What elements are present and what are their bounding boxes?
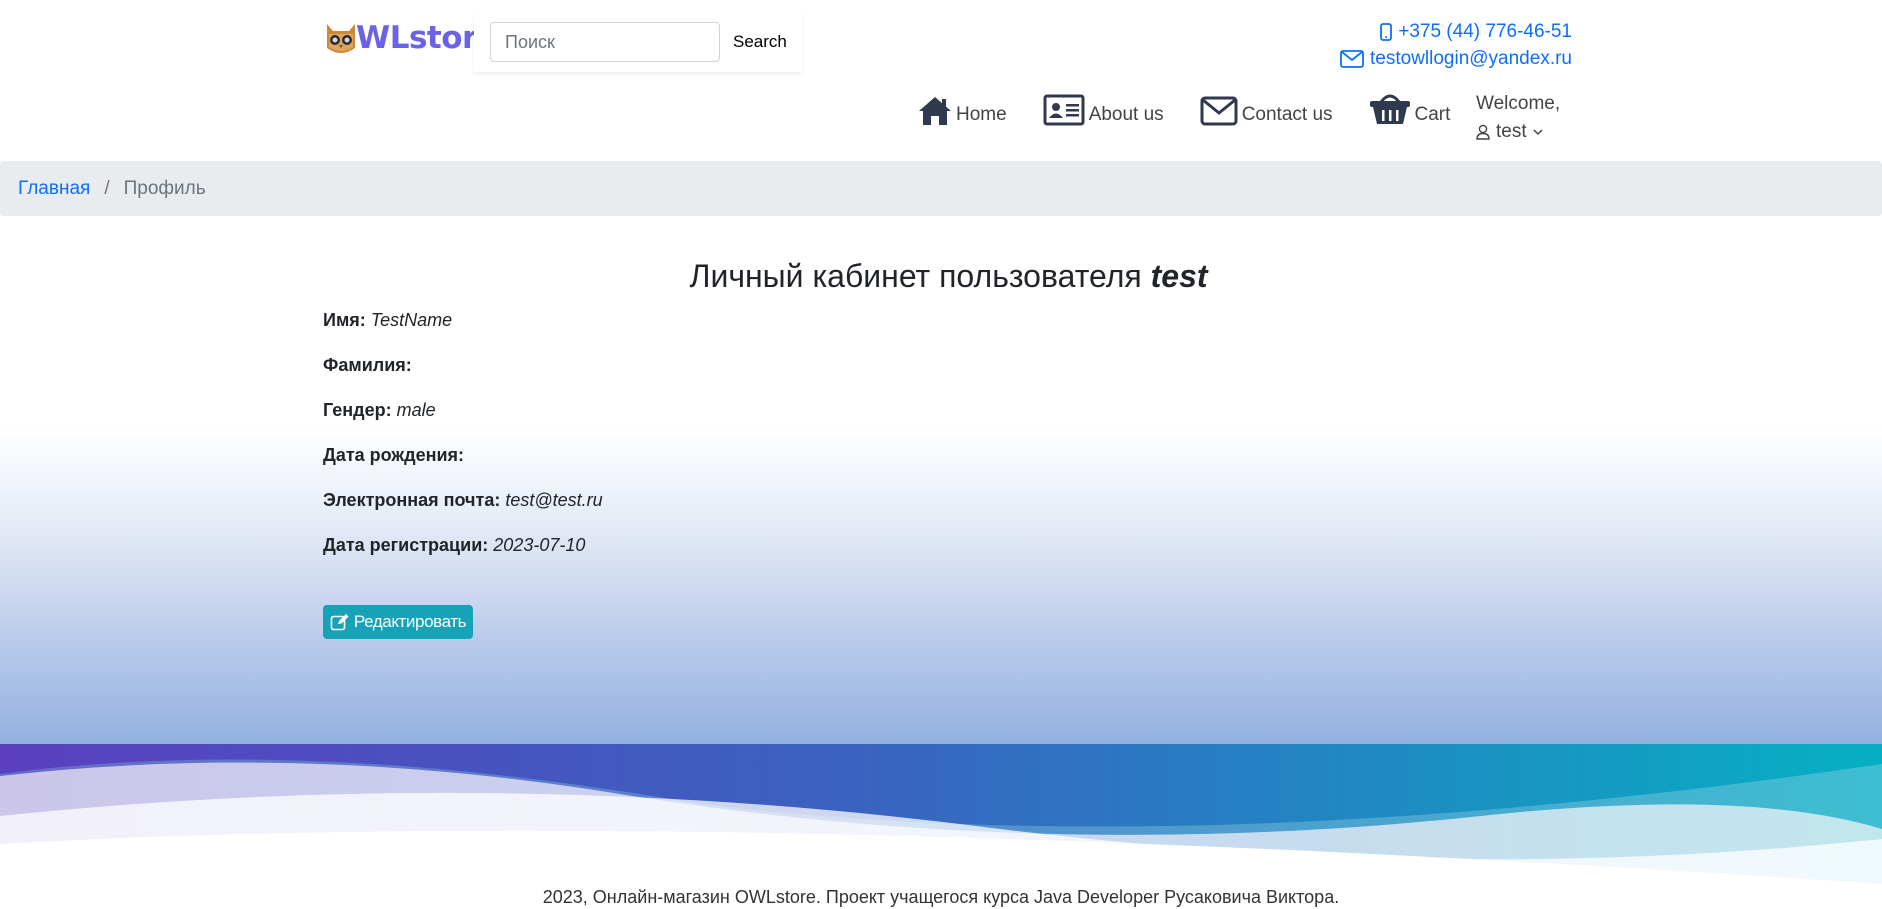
site-logo[interactable]: WLstore	[324, 18, 498, 58]
search-input[interactable]	[490, 22, 720, 62]
page-title: Личный кабинет пользователя test	[0, 258, 1882, 295]
profile-section: Личный кабинет пользователя test Имя: Te…	[0, 216, 1882, 744]
field-value: test@test.ru	[505, 490, 603, 510]
field-value: TestName	[370, 310, 453, 330]
user-dropdown-toggle[interactable]: test	[1476, 118, 1560, 146]
user-icon	[1476, 124, 1490, 140]
email-icon	[1340, 49, 1364, 68]
email-link[interactable]: testowllogin@yandex.ru	[1370, 45, 1572, 72]
search-form: Search	[474, 12, 802, 72]
profile-field-last-name: Фамилия:	[323, 355, 412, 376]
page-title-text: Личный кабинет пользователя	[689, 258, 1142, 294]
contacts-block: +375 (44) 776-46-51 testowllogin@yandex.…	[1340, 18, 1572, 72]
profile-field-registration-date: Дата регистрации: 2023-07-10	[323, 535, 585, 556]
envelope-icon	[1200, 96, 1238, 126]
edit-icon	[330, 614, 349, 631]
owl-logo-icon	[327, 24, 355, 53]
user-menu[interactable]: Welcome, test	[1476, 90, 1560, 146]
basket-icon	[1369, 94, 1410, 124]
footer-wave-decoration	[0, 744, 1882, 884]
profile-field-gender: Гендер: male	[323, 400, 436, 421]
field-label: Дата регистрации:	[323, 535, 489, 555]
nav-cart-label: Cart	[1414, 104, 1451, 125]
breadcrumb: Главная / Профиль	[0, 161, 1882, 216]
edit-profile-button[interactable]: Редактировать	[323, 605, 473, 639]
breadcrumb-current: Профиль	[123, 177, 206, 199]
profile-field-birth-date: Дата рождения:	[323, 445, 464, 466]
field-label: Фамилия:	[323, 355, 412, 375]
nav-about[interactable]: About us	[1043, 94, 1164, 126]
page-title-username: test	[1150, 258, 1208, 294]
field-label: Гендер:	[323, 400, 392, 420]
profile-field-first-name: Имя: TestName	[323, 310, 452, 331]
field-label: Дата рождения:	[323, 445, 465, 465]
nav-contact[interactable]: Contact us	[1200, 96, 1333, 126]
nav-contact-label: Contact us	[1241, 104, 1333, 125]
nav-home-label: Home	[956, 104, 1007, 125]
breadcrumb-separator: /	[104, 177, 110, 199]
field-value: male	[396, 400, 436, 420]
search-button[interactable]: Search	[727, 22, 793, 62]
main-nav: Home About us Contact us Cart	[918, 90, 1486, 126]
nav-home[interactable]: Home	[918, 96, 1007, 126]
site-footer: 2023, Онлайн-магазин OWLstore. Проект уч…	[0, 744, 1882, 909]
nav-cart[interactable]: Cart	[1369, 90, 1451, 126]
chevron-down-icon	[1533, 129, 1543, 136]
id-card-icon	[1043, 94, 1085, 126]
phone-icon	[1380, 22, 1393, 41]
field-label: Имя:	[323, 310, 366, 330]
field-label: Электронная почта:	[323, 490, 501, 510]
footer-copyright: 2023, Онлайн-магазин OWLstore. Проект уч…	[542, 887, 1340, 907]
welcome-label: Welcome,	[1476, 93, 1561, 114]
nav-about-label: About us	[1088, 104, 1164, 125]
breadcrumb-home-link[interactable]: Главная	[18, 178, 90, 200]
username-label: test	[1496, 121, 1527, 142]
phone-link[interactable]: +375 (44) 776-46-51	[1398, 18, 1572, 45]
home-icon	[919, 97, 951, 125]
field-value: 2023-07-10	[493, 535, 586, 555]
profile-field-email: Электронная почта: test@test.ru	[323, 490, 603, 511]
edit-button-label: Редактировать	[353, 612, 467, 631]
site-header: WLstore Search +375 (44) 776-46-51 testo…	[0, 0, 1882, 161]
